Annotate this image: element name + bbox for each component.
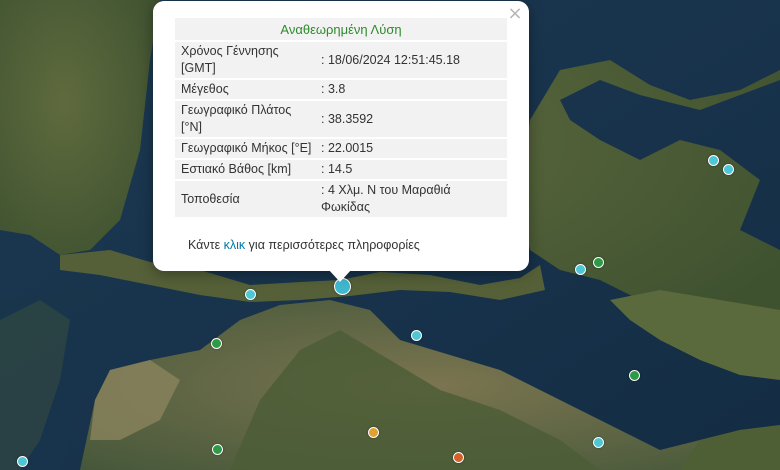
table-row: Τοποθεσία : 4 Χλμ. N του Μαραθιά Φωκίδας [175, 181, 507, 217]
earthquake-marker[interactable] [17, 456, 28, 467]
popup-title: Αναθεωρημένη Λύση [175, 18, 507, 40]
earthquake-marker[interactable] [593, 437, 604, 448]
earthquake-marker[interactable] [212, 444, 223, 455]
info-table: Αναθεωρημένη Λύση Χρόνος Γέννησης [GMT] … [175, 16, 507, 219]
popup-pointer [328, 269, 352, 282]
row-value: : 18/06/2024 12:51:45.18 [319, 42, 507, 78]
row-value: : 38.3592 [319, 101, 507, 137]
earthquake-marker[interactable] [211, 338, 222, 349]
table-row: Γεωγραφικό Πλάτος [°N] : 38.3592 [175, 101, 507, 137]
close-icon[interactable]: × [507, 5, 523, 23]
row-label: Μέγεθος [175, 80, 319, 99]
table-row: Χρόνος Γέννησης [GMT] : 18/06/2024 12:51… [175, 42, 507, 78]
earthquake-info-popup: × Αναθεωρημένη Λύση Χρόνος Γέννησης [GMT… [153, 1, 529, 282]
table-row: Γεωγραφικό Μήκος [°E] : 22.0015 [175, 139, 507, 158]
earthquake-marker[interactable] [368, 427, 379, 438]
row-value: : 4 Χλμ. N του Μαραθιά Φωκίδας [319, 181, 507, 217]
more-info-prefix: Κάντε [188, 238, 224, 252]
row-label: Γεωγραφικό Μήκος [°E] [175, 139, 319, 158]
row-label: Γεωγραφικό Πλάτος [°N] [175, 101, 319, 137]
earthquake-marker[interactable] [575, 264, 586, 275]
more-info-suffix: για περισσότερες πληροφορίες [245, 238, 420, 252]
earthquake-marker[interactable] [708, 155, 719, 166]
earthquake-marker[interactable] [723, 164, 734, 175]
earthquake-marker[interactable] [411, 330, 422, 341]
earthquake-marker[interactable] [629, 370, 640, 381]
row-value: : 14.5 [319, 160, 507, 179]
more-info-text: Κάντε κλικ για περισσότερες πληροφορίες [188, 238, 420, 252]
earthquake-marker[interactable] [453, 452, 464, 463]
table-row: Εστιακό Βάθος [km] : 14.5 [175, 160, 507, 179]
earthquake-marker[interactable] [245, 289, 256, 300]
table-row: Μέγεθος : 3.8 [175, 80, 507, 99]
row-label: Χρόνος Γέννησης [GMT] [175, 42, 319, 78]
more-info-link[interactable]: κλικ [224, 238, 246, 252]
earthquake-marker[interactable] [593, 257, 604, 268]
row-label: Εστιακό Βάθος [km] [175, 160, 319, 179]
row-value: : 22.0015 [319, 139, 507, 158]
row-label: Τοποθεσία [175, 181, 319, 217]
row-value: : 3.8 [319, 80, 507, 99]
